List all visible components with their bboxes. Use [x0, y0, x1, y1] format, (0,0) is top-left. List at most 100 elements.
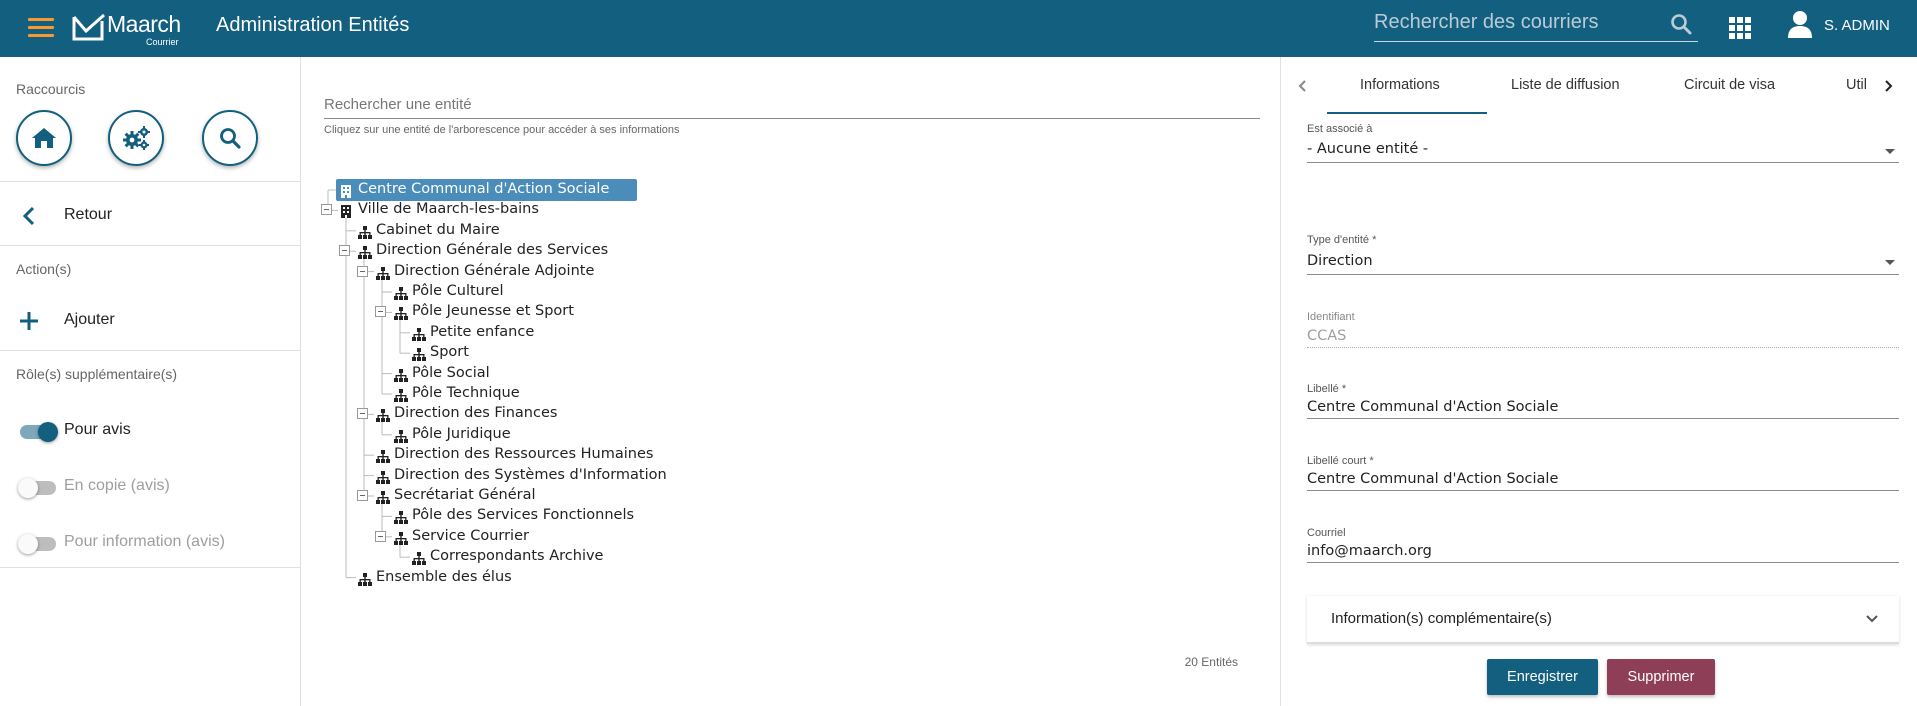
chevron-left-icon: [22, 206, 35, 226]
field-label: Libellé *: [1307, 383, 1347, 395]
logo-subtitle: Courrier: [146, 37, 179, 47]
collapse-toggle-icon[interactable]: [375, 530, 386, 542]
building-icon: [340, 203, 352, 222]
gears-icon: [123, 126, 150, 150]
tree-node-label: Secrétariat Général: [394, 487, 536, 503]
tree-node-label: Sport: [430, 344, 469, 361]
sitemap-icon: [376, 489, 390, 508]
back-button[interactable]: Retour: [0, 196, 300, 236]
field-value: - Aucune entité -: [1307, 141, 1429, 157]
mail-search-placeholder: Rechercher des courriers: [1374, 11, 1599, 33]
sitemap-icon: [394, 285, 408, 304]
tree-node-label: Pôle Jeunesse et Sport: [412, 303, 574, 320]
chevron-left-icon: [1298, 80, 1306, 92]
collapse-toggle-icon[interactable]: [375, 306, 386, 318]
sitemap-icon: [412, 346, 426, 365]
add-entity-button[interactable]: Ajouter: [0, 301, 300, 341]
tree-node-label: Direction des Finances: [394, 405, 558, 422]
admin-shortcut-button[interactable]: [108, 110, 164, 166]
field-label: Identifiant: [1307, 311, 1355, 323]
details-tabs: Informations Liste de diffusion Circuit …: [1281, 57, 1917, 114]
entity-short-label-input[interactable]: Libellé court * Centre Communal d'Action…: [1307, 452, 1899, 492]
home-icon: [32, 128, 56, 148]
entity-email-input[interactable]: Courriel info@maarch.org: [1307, 524, 1899, 564]
logo-mark-icon: [72, 13, 105, 41]
tree-node-label: Pôle Culturel: [412, 283, 504, 299]
top-bar: Maarch Courrier Administration Entités R…: [0, 0, 1917, 57]
collapse-toggle-icon[interactable]: [321, 204, 332, 216]
sitemap-icon: [412, 550, 426, 569]
tree-node-label: Direction des Ressources Humaines: [394, 446, 654, 463]
entity-details-panel: Informations Liste de diffusion Circuit …: [1280, 57, 1917, 706]
entity-id-field: Identifiant CCAS: [1307, 308, 1899, 348]
tree-node-label: Cabinet du Maire: [376, 221, 500, 238]
delete-button[interactable]: Supprimer: [1607, 659, 1715, 695]
mail-search-input[interactable]: Rechercher des courriers: [1374, 8, 1698, 42]
sitemap-icon: [394, 305, 408, 324]
tree-node-label: Centre Communal d'Action Sociale: [358, 181, 610, 197]
tab-scroll-right-button[interactable]: [1873, 71, 1903, 101]
app-logo[interactable]: Maarch Courrier: [72, 11, 184, 47]
search-shortcut-button[interactable]: [202, 110, 258, 166]
divider: [0, 245, 300, 246]
apps-grid-icon[interactable]: [1729, 17, 1751, 39]
tab-users-clip: Utilis: [1846, 57, 1866, 114]
collapse-toggle-icon[interactable]: [357, 490, 368, 501]
user-icon[interactable]: [1786, 9, 1814, 39]
entity-label-input[interactable]: Libellé * Centre Communal d'Action Socia…: [1307, 380, 1899, 420]
collapse-toggle-icon[interactable]: [357, 408, 368, 420]
field-label: Libellé court *: [1307, 455, 1374, 467]
tab-users[interactable]: Utilis: [1846, 77, 1866, 93]
role-label: Pour information (avis): [64, 533, 225, 550]
divider: [0, 181, 300, 182]
tab-informations[interactable]: Informations: [1360, 77, 1440, 93]
entity-count: 20 Entités: [1184, 655, 1238, 669]
admin-sidebar: Raccourcis Retour Action(s) Ajouter Rôle…: [0, 57, 301, 706]
toggle-switch[interactable]: [18, 534, 56, 554]
add-label: Ajouter: [64, 311, 115, 328]
back-label: Retour: [64, 206, 113, 223]
divider: [0, 350, 300, 351]
active-tab-indicator: [1327, 112, 1487, 114]
chevron-down-icon: [1885, 149, 1895, 154]
divider: [0, 567, 300, 568]
sitemap-icon: [376, 448, 390, 467]
building-icon: [340, 183, 352, 202]
save-button[interactable]: Enregistrer: [1487, 659, 1598, 695]
user-name[interactable]: S. ADMIN: [1824, 17, 1890, 34]
tree-node-label: Pôle Juridique: [412, 425, 511, 442]
tree-node-label: Pôle des Services Fonctionnels: [412, 507, 635, 524]
additional-info-expander[interactable]: Information(s) complémentaire(s): [1307, 596, 1899, 644]
entity-type-select[interactable]: Type d'entité * Direction: [1307, 234, 1899, 276]
role-label: Pour avis: [64, 421, 131, 438]
role-toggle-pour-avis[interactable]: Pour avis: [0, 413, 300, 453]
entity-tree-panel: Rechercher une entité Cliquez sur une en…: [302, 57, 1280, 706]
collapse-toggle-icon[interactable]: [339, 245, 350, 257]
field-value: info@maarch.org: [1307, 543, 1432, 559]
menu-icon[interactable]: [28, 18, 54, 38]
role-toggle-en-copie[interactable]: En copie (avis): [0, 469, 300, 509]
home-shortcut-button[interactable]: [16, 110, 72, 166]
collapse-toggle-icon[interactable]: [357, 265, 368, 277]
chevron-down-icon: [1885, 260, 1895, 265]
associated-entity-select[interactable]: Est associé à - Aucune entité -: [1307, 123, 1899, 163]
field-value: Centre Communal d'Action Sociale: [1307, 471, 1559, 487]
search-icon[interactable]: [1670, 13, 1692, 35]
tab-scroll-left-button[interactable]: [1288, 71, 1318, 101]
plus-icon: [20, 312, 38, 330]
tree-node-label: Ensemble des élus: [376, 568, 512, 585]
tree-node-label: Service Courrier: [412, 527, 529, 544]
tree-node-label: Direction Générale Adjointe: [394, 262, 595, 279]
actions-heading: Action(s): [16, 261, 72, 277]
sitemap-icon: [394, 428, 408, 447]
sitemap-icon: [394, 387, 408, 406]
field-label: Courriel: [1307, 527, 1346, 539]
role-toggle-pour-information[interactable]: Pour information (avis): [0, 525, 300, 565]
toggle-switch[interactable]: [18, 478, 56, 498]
toggle-switch[interactable]: [20, 422, 58, 442]
sitemap-icon: [412, 326, 426, 345]
sitemap-icon: [376, 265, 390, 284]
tab-diffusion-list[interactable]: Liste de diffusion: [1511, 77, 1620, 93]
field-label: Est associé à: [1307, 123, 1373, 135]
tab-visa-circuit[interactable]: Circuit de visa: [1684, 77, 1775, 93]
